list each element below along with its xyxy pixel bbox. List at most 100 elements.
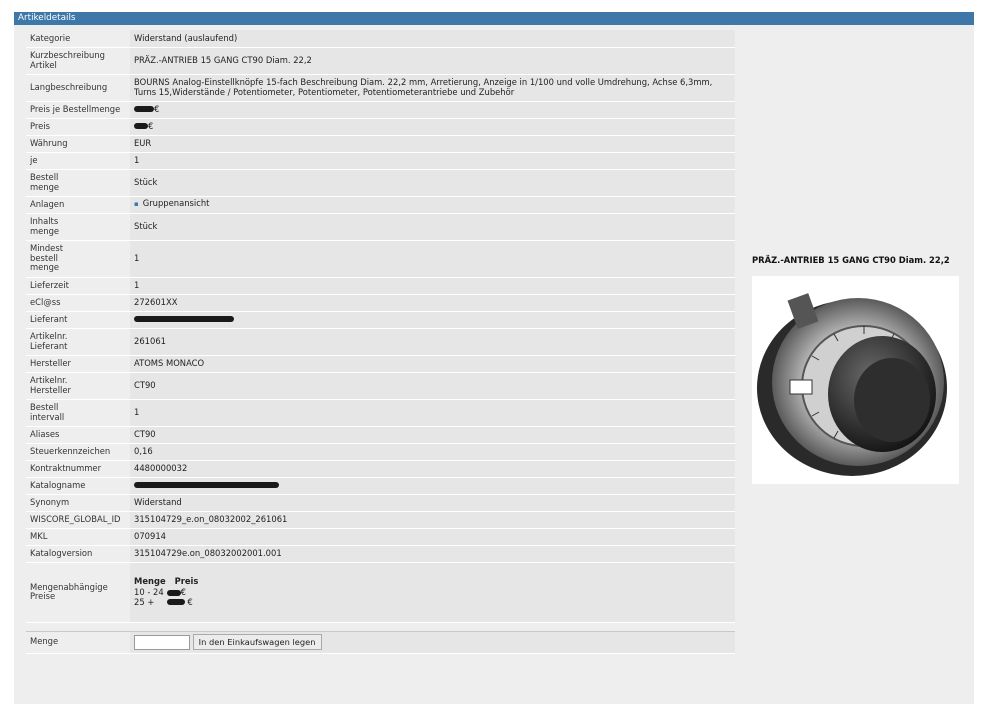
redacted-value (134, 123, 148, 130)
detail-value: BOURNS Analog-Einstellknöpfe 15-fach Bes… (130, 74, 735, 102)
detail-row: Kurzbeschreibung Artikel PRÄZ.-ANTRIEB 15… (26, 47, 735, 75)
detail-label: WISCORE_GLOBAL_ID (26, 511, 130, 529)
detail-label: Langbeschreibung (26, 74, 130, 102)
detail-row: Mindest bestell menge 1 (26, 240, 735, 278)
detail-label: Hersteller (26, 355, 130, 373)
product-title: PRÄZ.-ANTRIEB 15 GANG CT90 Diam. 22,2 (752, 255, 950, 265)
details-table: Kategorie Widerstand (auslaufend) Kurzbesc… (26, 30, 735, 654)
detail-row: Aliases CT90 (26, 426, 735, 444)
detail-value: 1 (130, 277, 735, 295)
detail-label: Synonym (26, 494, 130, 512)
detail-label: Währung (26, 135, 130, 153)
detail-row: Preis je Bestellmenge € (26, 101, 735, 119)
detail-row: Katalogname (26, 477, 735, 495)
detail-label: Mindest bestell menge (26, 240, 130, 278)
detail-value: 4480000032 (130, 460, 735, 478)
quantity-row: Menge In den Einkaufswagen legen (26, 631, 735, 654)
redacted-value (134, 106, 154, 113)
detail-value: 0,16 (130, 443, 735, 461)
detail-row: Inhalts menge Stück (26, 213, 735, 241)
bullet-icon: ▪ (134, 200, 139, 209)
detail-row: Kategorie Widerstand (auslaufend) (26, 30, 735, 48)
detail-value: 261061 (130, 328, 735, 356)
detail-row: Langbeschreibung BOURNS Analog-Einstellkn… (26, 74, 735, 102)
detail-label: Steuerkennzeichen (26, 443, 130, 461)
detail-label: Preis (26, 118, 130, 136)
detail-row: je 1 (26, 152, 735, 170)
quantity-input[interactable] (134, 634, 190, 650)
panel-header: Artikeldetails (14, 12, 974, 25)
volume-prices-cell: Menge Preis 10 - 24 € 25 + € (130, 562, 735, 623)
detail-row: Synonym Widerstand (26, 494, 735, 512)
detail-label: Bestell intervall (26, 399, 130, 427)
dial-knob-graphic (757, 293, 947, 476)
detail-value: Stück (130, 213, 735, 241)
detail-row: Kontraktnummer 4480000032 (26, 460, 735, 478)
detail-row: eCl@ss 272601XX (26, 294, 735, 312)
detail-row: WISCORE_GLOBAL_ID 315104729_e.on_08032002… (26, 511, 735, 529)
redacted-price (166, 589, 181, 596)
detail-row: Katalogversion 315104729e.on_08032002001.… (26, 545, 735, 563)
detail-label: Kurzbeschreibung Artikel (26, 47, 130, 75)
volume-price-row-2: 25 + € (134, 596, 193, 607)
detail-label: Inhalts menge (26, 213, 130, 241)
detail-value: Stück (130, 169, 735, 197)
redacted-value (134, 482, 279, 489)
detail-label: Artikelnr. Lieferant (26, 328, 130, 356)
detail-value: Widerstand (130, 494, 735, 512)
detail-row: MKL 070914 (26, 528, 735, 546)
detail-label: Kategorie (26, 30, 130, 48)
volume-prices-label: Mengenabhängige Preise (26, 562, 130, 623)
detail-value: ▪ Gruppenansicht (130, 196, 735, 214)
quantity-label: Menge (26, 631, 130, 654)
detail-row: Artikelnr. Lieferant 261061 (26, 328, 735, 356)
detail-value: ATOMS MONACO (130, 355, 735, 373)
detail-row: Währung EUR (26, 135, 735, 153)
add-to-cart-button[interactable]: In den Einkaufswagen legen (192, 634, 322, 650)
detail-row: Lieferzeit 1 (26, 277, 735, 295)
dial-knob-image (752, 276, 959, 484)
redacted-price (166, 599, 185, 606)
detail-label: Katalogname (26, 477, 130, 495)
detail-value: PRÄZ.-ANTRIEB 15 GANG CT90 Diam. 22,2 (130, 47, 735, 75)
volume-prices-row: Mengenabhängige Preise Menge Preis 10 - … (26, 562, 735, 623)
detail-value: 1 (130, 399, 735, 427)
detail-row: Preis € (26, 118, 735, 136)
detail-value (130, 311, 735, 329)
detail-value: 315104729e.on_08032002001.001 (130, 545, 735, 563)
separator (26, 622, 735, 632)
detail-row: Lieferant (26, 311, 735, 329)
detail-value: CT90 (130, 372, 735, 400)
detail-label: Artikelnr. Hersteller (26, 372, 130, 400)
detail-label: je (26, 152, 130, 170)
detail-label: Lieferant (26, 311, 130, 329)
detail-row: Artikelnr. Hersteller CT90 (26, 372, 735, 400)
detail-label: MKL (26, 528, 130, 546)
detail-row: Hersteller ATOMS MONACO (26, 355, 735, 373)
detail-label: Kontraktnummer (26, 460, 130, 478)
detail-value: 1 (130, 152, 735, 170)
detail-row: Anlagen ▪ Gruppenansicht (26, 196, 735, 214)
detail-label: eCl@ss (26, 294, 130, 312)
volume-header-price: Preis (174, 575, 199, 586)
detail-value: € (130, 118, 735, 136)
detail-label: Katalogversion (26, 545, 130, 563)
detail-value: 272601XX (130, 294, 735, 312)
detail-row: Steuerkennzeichen 0,16 (26, 443, 735, 461)
detail-row: Bestell intervall 1 (26, 399, 735, 427)
volume-header-qty: Menge (134, 575, 166, 586)
detail-value (130, 477, 735, 495)
detail-label: Bestell menge (26, 169, 130, 197)
detail-value: EUR (130, 135, 735, 153)
volume-price-row-1: 10 - 24 € (134, 587, 187, 598)
detail-value: € (130, 101, 735, 119)
detail-label: Lieferzeit (26, 277, 130, 295)
detail-value: 315104729_e.on_08032002_261061 (130, 511, 735, 529)
detail-value: Widerstand (auslaufend) (130, 30, 735, 48)
detail-row: Bestell menge Stück (26, 169, 735, 197)
detail-label: Aliases (26, 426, 130, 444)
redacted-value (134, 316, 234, 323)
detail-label: Preis je Bestellmenge (26, 101, 130, 119)
attachment-link[interactable]: Gruppenansicht (143, 198, 210, 209)
detail-label: Anlagen (26, 196, 130, 214)
